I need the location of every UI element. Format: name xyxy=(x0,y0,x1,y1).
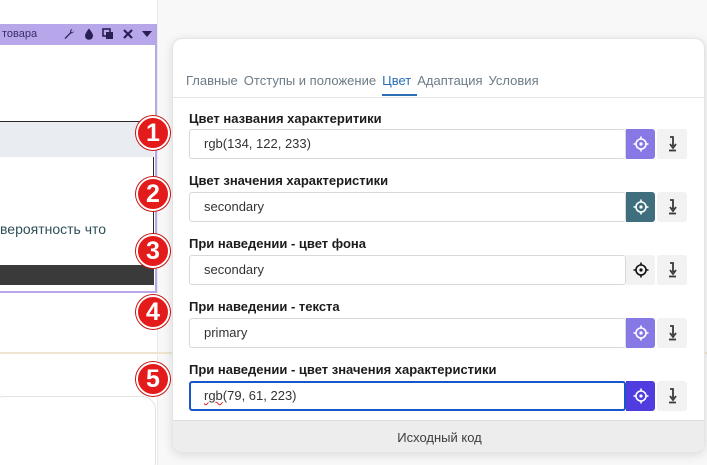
annotation-marker-4: 4 xyxy=(136,295,170,329)
field-label-hover-characteristic-value-color: При наведении - цвет значения характерис… xyxy=(189,362,497,377)
color-picker-button[interactable] xyxy=(626,192,655,222)
source-code-button[interactable]: Исходный код xyxy=(173,420,704,452)
wrench-icon[interactable] xyxy=(60,24,79,43)
caret-down-icon[interactable] xyxy=(138,24,157,43)
reset-arrow-button[interactable] xyxy=(657,129,687,159)
crosshair-icon xyxy=(633,136,648,152)
background-card xyxy=(0,396,156,465)
color-settings-panel: Главные Отступы и положение Цвет Адаптац… xyxy=(172,38,705,453)
drop-icon[interactable] xyxy=(79,24,98,43)
duplicate-icon[interactable] xyxy=(99,24,118,43)
annotation-marker-5: 5 xyxy=(136,362,170,396)
annotation-marker-2: 2 xyxy=(136,177,170,211)
color-picker-button[interactable] xyxy=(626,381,655,411)
arrow-down-to-line-icon xyxy=(669,388,677,404)
input-value-prefix: rgb xyxy=(204,388,223,403)
reset-arrow-button[interactable] xyxy=(657,255,687,285)
crosshair-icon xyxy=(633,199,648,215)
block-header-band xyxy=(0,121,154,157)
hover-text-color-input[interactable]: primary xyxy=(189,318,626,348)
annotation-marker-1: 1 xyxy=(136,116,170,150)
crosshair-icon xyxy=(633,325,648,341)
color-picker-button[interactable] xyxy=(626,255,655,285)
editor-stage: вероятность что товара Главные Отступы и… xyxy=(0,0,707,465)
characteristic-value-color-input[interactable]: secondary xyxy=(189,192,626,222)
tab-conditions[interactable]: Условия xyxy=(489,73,545,96)
crosshair-icon xyxy=(633,388,648,404)
color-picker-button[interactable] xyxy=(626,318,655,348)
annotation-marker-3: 3 xyxy=(136,234,170,268)
block-toolbar-label: товара xyxy=(2,27,38,40)
field-label-hover-text-color: При наведении - текста xyxy=(189,299,340,314)
tab-adaptation[interactable]: Адаптация xyxy=(417,73,488,96)
input-value-rest: (79, 61, 223) xyxy=(222,388,297,403)
close-icon[interactable] xyxy=(118,24,137,43)
block-text: вероятность что xyxy=(0,221,107,237)
field-label-hover-background-color: При наведении - цвет фона xyxy=(189,236,366,251)
arrow-down-to-line-icon xyxy=(669,325,677,341)
reset-arrow-button[interactable] xyxy=(657,318,687,348)
tab-main[interactable]: Главные xyxy=(186,73,244,96)
settings-tabs: Главные Отступы и положение Цвет Адаптац… xyxy=(186,73,545,96)
hover-background-color-input[interactable]: secondary xyxy=(189,255,626,285)
reset-arrow-button[interactable] xyxy=(657,192,687,222)
reset-arrow-button[interactable] xyxy=(657,381,687,411)
crosshair-icon xyxy=(633,262,648,278)
arrow-down-to-line-icon xyxy=(669,262,677,278)
field-label-characteristic-name-color: Цвет названия характеритики xyxy=(189,111,382,126)
characteristic-name-color-input[interactable]: rgb(134, 122, 233) xyxy=(189,129,626,159)
color-picker-button[interactable] xyxy=(626,129,655,159)
tabs-divider xyxy=(173,97,704,98)
field-label-characteristic-value-color: Цвет значения характеристики xyxy=(189,173,389,188)
arrow-down-to-line-icon xyxy=(669,199,677,215)
tab-spacing-position[interactable]: Отступы и положение xyxy=(244,73,382,96)
block-toolbar: товара xyxy=(0,24,157,43)
block-body xyxy=(0,157,154,265)
tab-color[interactable]: Цвет xyxy=(382,73,418,96)
arrow-down-to-line-icon xyxy=(669,136,677,152)
block-footer-bar xyxy=(0,265,154,285)
hover-characteristic-value-color-input[interactable]: rgb(79, 61, 223) xyxy=(189,381,626,411)
